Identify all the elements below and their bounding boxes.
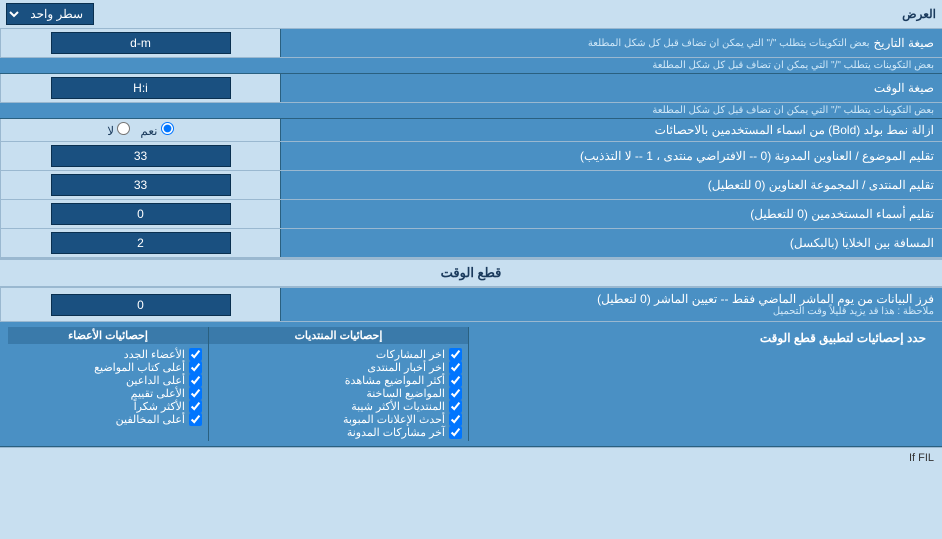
list-item: المنتديات الأكثر شيبة	[215, 400, 462, 413]
list-item: أحدث الإعلانات المبوبة	[215, 413, 462, 426]
date-format-label: صيغة التاريخ بعض التكوينات يتطلب "/" الت…	[280, 29, 942, 57]
checkbox-top-violators[interactable]	[189, 413, 202, 426]
cutoff-input-cell	[0, 288, 280, 321]
checkbox-latest-posts[interactable]	[449, 348, 462, 361]
radio-yes[interactable]	[161, 122, 174, 135]
member-stats-header: إحصائيات الأعضاء	[8, 327, 208, 344]
checkbox-top-rated[interactable]	[189, 387, 202, 400]
list-item: الأعضاء الجدد	[14, 348, 202, 361]
cutoff-row: فرز البيانات من يوم الماشر الماضي فقط --…	[0, 288, 942, 322]
checkbox-blog-posts[interactable]	[449, 426, 462, 439]
checkbox-most-viewed[interactable]	[449, 374, 462, 387]
topic-title-row: تقليم الموضوع / العناوين المدونة (0 -- ا…	[0, 142, 942, 171]
cutoff-label: فرز البيانات من يوم الماشر الماضي فقط --…	[280, 288, 942, 321]
forum-stats-header: إحصائيات المنتديات	[209, 327, 468, 344]
list-item: اخر المشاركات	[215, 348, 462, 361]
username-trim-row: تقليم أسماء المستخدمين (0 للتعطيل)	[0, 200, 942, 229]
date-sublabel: بعض التكوينات يتطلب "/" التي يمكن ان تضا…	[0, 58, 942, 74]
cutoff-section-header: قطع الوقت	[0, 258, 942, 288]
checkbox-new-members[interactable]	[189, 348, 202, 361]
topic-title-input-cell	[0, 142, 280, 170]
checkbox-top-writers[interactable]	[189, 361, 202, 374]
checkbox-top-inviters[interactable]	[189, 374, 202, 387]
cell-spacing-row: المسافة بين الخلايا (بالبكسل)	[0, 229, 942, 258]
forum-stats-items: اخر المشاركات اخر أخبار المنتدى أكثر الم…	[209, 346, 468, 441]
topic-title-label: تقليم الموضوع / العناوين المدونة (0 -- ا…	[280, 142, 942, 170]
bottom-text-area: If FIL	[0, 447, 942, 468]
forum-title-input-cell	[0, 171, 280, 199]
cell-spacing-label: المسافة بين الخلايا (بالبكسل)	[280, 229, 942, 257]
radio-yes-label[interactable]: نعم	[140, 122, 173, 138]
cell-spacing-input-cell	[0, 229, 280, 257]
checkbox-most-popular[interactable]	[449, 400, 462, 413]
date-format-input-cell	[0, 29, 280, 57]
time-format-row: صيغة الوقت	[0, 74, 942, 103]
list-item: أعلى كتاب المواضيع	[14, 361, 202, 374]
time-format-input-cell	[0, 74, 280, 102]
forum-title-label: تقليم المنتدى / المجموعة العناوين (0 للت…	[280, 171, 942, 199]
top-row: العرض سطر واحد سطرين ثلاثة أسطر	[0, 0, 942, 29]
cutoff-input[interactable]	[51, 294, 231, 316]
checkbox-most-thanks[interactable]	[189, 400, 202, 413]
checkboxes-section: حدد إحصائيات لتطبيق قطع الوقت إحصائيات ا…	[0, 322, 942, 447]
forum-title-input[interactable]	[51, 174, 231, 196]
list-item: الأكثر شكراً	[14, 400, 202, 413]
bold-remove-label: ازالة نمط بولد (Bold) من اسماء المستخدمي…	[280, 119, 942, 141]
radio-no[interactable]	[117, 122, 130, 135]
top-label: العرض	[902, 7, 936, 21]
cell-spacing-input[interactable]	[51, 232, 231, 254]
checkbox-hot-topics[interactable]	[449, 387, 462, 400]
checkbox-forum-news[interactable]	[449, 361, 462, 374]
time-format-label: صيغة الوقت	[280, 74, 942, 102]
list-item: أعلى الداعين	[14, 374, 202, 387]
list-item: آخر مشاركات المدونة	[215, 426, 462, 439]
username-trim-input-cell	[0, 200, 280, 228]
forum-stats-col: إحصائيات المنتديات اخر المشاركات اخر أخب…	[208, 327, 468, 441]
bold-remove-row: ازالة نمط بولد (Bold) من اسماء المستخدمي…	[0, 119, 942, 142]
member-stats-col: إحصائيات الأعضاء الأعضاء الجدد أعلى كتاب…	[8, 327, 208, 441]
list-item: اخر أخبار المنتدى	[215, 361, 462, 374]
checkboxes-header-label: حدد إحصائيات لتطبيق قطع الوقت	[468, 327, 934, 441]
checkboxes-layout: حدد إحصائيات لتطبيق قطع الوقت إحصائيات ا…	[8, 327, 934, 441]
topic-title-input[interactable]	[51, 145, 231, 167]
forum-title-row: تقليم المنتدى / المجموعة العناوين (0 للت…	[0, 171, 942, 200]
list-item: المواضيع الساخنة	[215, 387, 462, 400]
list-item: أكثر المواضيع مشاهدة	[215, 374, 462, 387]
username-trim-label: تقليم أسماء المستخدمين (0 للتعطيل)	[280, 200, 942, 228]
bold-remove-input-cell: نعم لا	[0, 119, 280, 141]
list-item: أعلى المخالفين	[14, 413, 202, 426]
checkbox-announcements[interactable]	[449, 413, 462, 426]
member-stats-items: الأعضاء الجدد أعلى كتاب المواضيع أعلى ال…	[8, 346, 208, 428]
time-format-input[interactable]	[51, 77, 231, 99]
bold-radio-group: نعم لا	[107, 122, 174, 138]
time-sublabel: بعض التكوينات يتطلب "/" التي يمكن ان تضا…	[0, 103, 942, 119]
list-item: الأعلى تقييم	[14, 387, 202, 400]
date-format-row: صيغة التاريخ بعض التكوينات يتطلب "/" الت…	[0, 29, 942, 58]
display-select[interactable]: سطر واحد سطرين ثلاثة أسطر	[6, 3, 94, 25]
date-format-input[interactable]	[51, 32, 231, 54]
username-trim-input[interactable]	[51, 203, 231, 225]
radio-no-label[interactable]: لا	[107, 122, 130, 138]
